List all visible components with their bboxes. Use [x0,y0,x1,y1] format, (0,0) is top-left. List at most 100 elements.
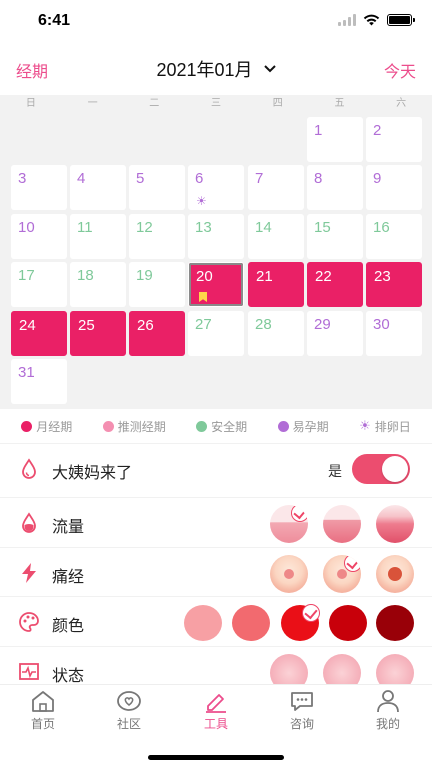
calendar-day[interactable]: 7 [248,165,304,210]
calendar-day[interactable]: 29 [307,311,363,356]
day-number: 16 [373,219,390,236]
flow-option-heavy[interactable] [376,505,414,543]
calendar: 日 一 二 三 四 五 六 1 2 3 4 5 6 ☀ 7 8 9 10 11 12 13 14 15 16 17… [0,95,432,409]
calendar-day[interactable]: 11 [70,214,126,259]
flow-option-medium[interactable] [323,505,361,543]
calendar-day[interactable]: 17 [11,262,67,307]
today-button[interactable]: 今天 [384,58,416,82]
weekday-label: 日 [25,98,36,109]
day-number: 13 [195,219,212,236]
legend-item: 推测经期 [102,418,166,435]
calendar-day[interactable]: 14 [248,214,304,259]
status-bar: 6:41 [0,0,432,44]
day-number: 4 [77,170,86,187]
period-row: 大姨妈来了 是 [0,443,432,493]
calendar-day[interactable]: 5 [129,165,185,210]
lightning-icon [22,563,36,583]
calendar-day[interactable]: 30 [366,311,422,356]
calendar-day[interactable]: 23 [366,262,422,307]
day-number: 22 [315,268,332,285]
flow-option-light[interactable] [270,505,308,543]
check-icon [291,505,308,522]
status-time: 6:41 [38,12,71,29]
calendar-day[interactable]: 22 [307,262,363,307]
day-number: 23 [374,268,391,285]
calendar-day[interactable]: 13 [188,214,244,259]
color-swatch[interactable] [184,605,222,641]
day-number: 17 [18,267,35,284]
legend-label: 月经期 [36,419,73,434]
day-number: 7 [255,170,264,187]
day-number: 19 [136,267,153,284]
state-row: 状态 [0,646,432,692]
home-indicator [148,755,284,760]
tab-label: 我的 [375,717,400,731]
day-number: 26 [137,317,154,334]
calendar-day[interactable]: 24 [11,311,67,356]
calendar-day[interactable]: 2 [366,117,422,162]
flow-row: 流量 [0,497,432,547]
calendar-day[interactable]: 1 [307,117,363,162]
calendar-day[interactable]: 3 [11,165,67,210]
tab-tools[interactable]: 工具 [184,689,248,733]
weekday-label: 六 [396,98,407,109]
month-picker[interactable]: 2021年01月 [0,56,432,82]
pain-mark [337,569,347,579]
tab-home[interactable]: 首页 [11,689,75,733]
header: 经期 2021年01月 今天 [0,52,432,86]
legend-item: 易孕期 [277,418,329,435]
calendar-day[interactable]: 27 [188,311,244,356]
calendar-day[interactable]: 16 [366,214,422,259]
calendar-day[interactable]: 18 [70,262,126,307]
color-swatch[interactable] [329,605,367,641]
color-swatch-selected[interactable] [281,604,320,641]
legend-item: 月经期 [21,418,72,435]
calendar-day[interactable]: 21 [248,262,304,307]
color-swatch[interactable] [232,605,270,641]
color-swatch[interactable] [376,605,414,641]
calendar-day[interactable]: 6 ☀ [188,165,244,210]
calendar-day[interactable]: 9 [366,165,422,210]
calendar-day[interactable]: 25 [70,311,126,356]
pain-option-mild[interactable] [270,555,308,593]
chat-icon [291,692,313,711]
calendar-day[interactable]: 20 [188,262,244,307]
day-number: 24 [19,317,36,334]
bookmark-icon [199,292,207,302]
drop-icon [22,458,36,479]
blood-drop-icon [22,512,36,533]
tools-icon [206,694,226,713]
calendar-day[interactable]: 12 [129,214,185,259]
tab-consult[interactable]: 咨询 [270,689,334,733]
legend-label: 推测经期 [117,419,166,434]
day-number: 1 [314,122,323,139]
day-number: 9 [373,170,382,187]
legend-label: 易孕期 [292,419,329,434]
calendar-day[interactable]: 26 [129,311,185,356]
calendar-day[interactable]: 31 [11,359,67,404]
sun-icon: ☀ [196,194,207,208]
pain-option-severe[interactable] [376,555,414,593]
day-number: 15 [314,219,331,236]
day-number: 25 [78,317,95,334]
sun-icon: ☀ [359,418,371,433]
calendar-day[interactable]: 15 [307,214,363,259]
monitor-icon [19,663,39,680]
pain-option-moderate[interactable] [323,555,361,593]
day-number: 11 [77,219,93,236]
calendar-day[interactable]: 19 [129,262,185,307]
weekday-label: 四 [272,98,283,109]
tab-profile[interactable]: 我的 [356,689,420,733]
calendar-day[interactable]: 28 [248,311,304,356]
calendar-day[interactable]: 4 [70,165,126,210]
day-number: 5 [136,170,145,187]
signal-icon [338,14,356,26]
state-label: 状态 [52,668,85,685]
calendar-day[interactable]: 8 [307,165,363,210]
tab-community[interactable]: 社区 [97,689,161,733]
chevron-down-icon [263,65,276,73]
period-toggle[interactable] [352,454,410,484]
calendar-day[interactable]: 10 [11,214,67,259]
day-number: 14 [255,219,272,236]
battery-icon [387,14,415,26]
